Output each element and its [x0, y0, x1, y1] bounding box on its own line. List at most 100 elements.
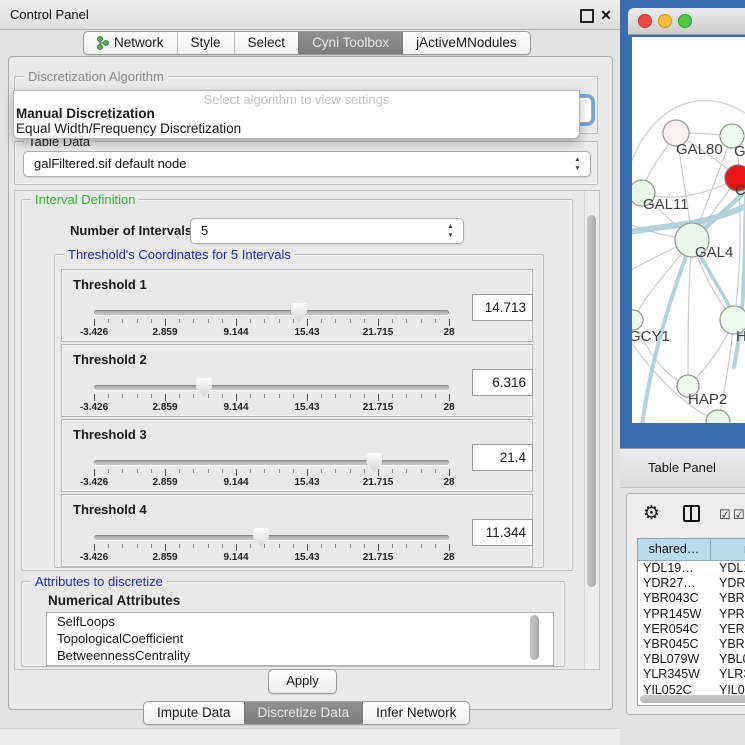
tab-label: jActiveMNodules [416, 32, 517, 54]
table-cell: YDR27… [638, 576, 715, 591]
tab-cyni-toolbox[interactable]: Cyni Toolbox [298, 32, 402, 54]
checkbox-icon[interactable]: ☑ [733, 508, 745, 521]
tab-select[interactable]: Select [234, 32, 299, 54]
threshold-slider[interactable]: -3.4262.8599.14415.4321.71528 [94, 460, 449, 490]
threshold-value[interactable]: 14.713 [472, 294, 533, 321]
node-label: GCY1 [632, 328, 670, 345]
threshold-box: Threshold 4 -3.4262.8599.14415.4321.7152… [61, 494, 533, 567]
tab-impute-data[interactable]: Impute Data [144, 702, 244, 724]
columns-icon[interactable] [683, 505, 700, 522]
algorithm-option-manual[interactable]: Manual Discretization [16, 106, 155, 121]
close-icon[interactable]: ✕ [598, 5, 614, 25]
apply-button[interactable]: Apply [268, 669, 337, 694]
tab-label: Impute Data [157, 702, 231, 724]
table-row[interactable]: YDR27…YDR2 [638, 576, 745, 591]
bottom-tab-bar: Impute Data Discretize Data Infer Networ… [143, 701, 470, 725]
spinner-icon: ▲▼ [573, 155, 582, 173]
slider-ticklabels: -3.4262.8599.14415.4321.71528 [94, 402, 449, 414]
table-panel-titlebar: Table Panel [620, 449, 745, 488]
table-cell: YPR145W [638, 607, 715, 622]
column-header-name[interactable]: n [711, 539, 745, 560]
tab-infer-network[interactable]: Infer Network [362, 702, 469, 724]
table-row[interactable]: YER054CYER0 [638, 622, 745, 637]
slider-track[interactable] [94, 460, 449, 465]
threshold-slider[interactable]: -3.4262.8599.14415.4321.71528 [94, 310, 449, 340]
table-row[interactable]: YBR045CYBR0 [638, 637, 745, 652]
numerical-attributes-list[interactable]: SelfLoopsTopologicalCoefficientBetweenne… [46, 612, 554, 666]
slider-ticklabels: -3.4262.8599.14415.4321.71528 [94, 552, 449, 564]
checkbox-icon[interactable]: ☑ [719, 508, 731, 521]
slider-track[interactable] [94, 535, 449, 540]
minimize-traffic-light[interactable] [659, 15, 672, 28]
tab-style[interactable]: Style [177, 32, 234, 54]
table-header-row: shared… n [638, 539, 745, 561]
threshold-slider[interactable]: -3.4262.8599.14415.4321.71528 [94, 385, 449, 415]
threshold-box: Threshold 1 -3.4262.8599.14415.4321.7152… [61, 269, 533, 342]
algorithm-option-equal-width[interactable]: Equal Width/Frequency Discretization [16, 121, 241, 136]
attribute-item[interactable]: SelfLoops [47, 613, 553, 630]
node-gcy1[interactable] [632, 310, 643, 330]
table-data-group: Table Data galFiltered.sif default node … [14, 141, 598, 185]
zoom-traffic-light[interactable] [679, 15, 692, 28]
node-label: GAL80 [676, 141, 723, 158]
scrollbar-thumb[interactable] [587, 215, 596, 587]
node-table: shared… n YDL19…YDL1YDR27…YDR2YBR043CYBR… [637, 538, 745, 706]
tab-discretize-data[interactable]: Discretize Data [244, 702, 363, 724]
tab-network[interactable]: Network [84, 32, 177, 54]
vertical-scrollbar[interactable] [584, 191, 599, 669]
algorithm-dropdown-popup: Select algorithm to view settings Manual… [13, 90, 580, 139]
slider-ticklabels: -3.4262.8599.14415.4321.71528 [94, 327, 449, 339]
table-row[interactable]: YLR345WYLR3 [638, 667, 745, 682]
gear-icon[interactable]: ⚙ [643, 502, 660, 526]
table-data-combo[interactable]: galFiltered.sif default node ▲▼ [23, 151, 591, 177]
node-label: GA [734, 143, 745, 160]
threshold-value[interactable]: 21.4 [472, 444, 533, 471]
attributes-scrollbar[interactable] [530, 615, 539, 660]
intervals-value: 5 [201, 219, 208, 243]
attribute-item[interactable]: BetweennessCentrality [47, 647, 553, 664]
threshold-value[interactable]: 6.316 [472, 369, 533, 396]
network-icon [97, 36, 109, 50]
attribute-item[interactable]: TopologicalCoefficient [47, 630, 553, 647]
network-graph: GAL80 GA C GAL11 GAL4 GCY1 H HAP2 [632, 37, 745, 423]
node-bottom-partial[interactable] [706, 410, 730, 423]
table-row[interactable]: YPR145WYPR1 [638, 607, 745, 622]
slider-ticks [94, 318, 449, 326]
slider-track[interactable] [94, 385, 449, 390]
threshold-slider[interactable]: -3.4262.8599.14415.4321.71528 [94, 535, 449, 565]
horizontal-scrollbar[interactable] [640, 695, 745, 703]
threshold-box: Threshold 3 -3.4262.8599.14415.4321.7152… [61, 419, 533, 492]
threshold-label: Threshold 2 [73, 352, 147, 367]
network-window-titlebar [628, 8, 745, 35]
control-panel: Control Panel ✕ Network Style Select Cyn… [0, 0, 620, 745]
threshold-label: Threshold 3 [73, 427, 147, 442]
slider-ticks [94, 393, 449, 401]
table-row[interactable]: YDL19…YDL1 [638, 561, 745, 576]
tab-jactivemnodules[interactable]: jActiveMNodules [402, 32, 530, 54]
table-panel: Table Panel ⚙ ☑ ☑ shared… n YDL19…YDL1YD… [620, 448, 745, 745]
top-tab-bar: Network Style Select Cyni Toolbox jActiv… [83, 31, 531, 55]
slider-track[interactable] [94, 310, 449, 315]
table-cell: YLR3 [715, 667, 745, 682]
table-row[interactable]: YBL079WYBL0 [638, 652, 745, 667]
close-traffic-light[interactable] [639, 15, 652, 28]
network-canvas[interactable]: GAL80 GA C GAL11 GAL4 GCY1 H HAP2 [632, 37, 745, 423]
node-label: HAP2 [688, 391, 727, 408]
table-panel-title: Table Panel [648, 449, 716, 487]
table-row[interactable]: YBR043CYBR0 [638, 591, 745, 606]
table-cell: YLR345W [638, 667, 715, 682]
algorithm-hint: Select algorithm to view settings [14, 92, 579, 107]
number-of-intervals-combo[interactable]: 5 ▲▼ [190, 218, 464, 244]
control-panel-titlebar: Control Panel ✕ [0, 0, 620, 30]
threshold-box: Threshold 2 -3.4262.8599.14415.4321.7152… [61, 344, 533, 417]
numerical-attributes-label: Numerical Attributes [48, 593, 180, 608]
column-header-shared-name[interactable]: shared… [638, 539, 711, 560]
table-cell: YDR2 [715, 576, 745, 591]
slider-ticklabels: -3.4262.8599.14415.4321.71528 [94, 477, 449, 489]
node-label: H [736, 328, 745, 345]
spinner-icon: ▲▼ [446, 222, 455, 240]
threshold-value[interactable]: 11.344 [472, 519, 533, 546]
table-toolbar: ⚙ ☑ ☑ [627, 500, 745, 530]
group-title: Threshold's Coordinates for 5 Intervals [64, 247, 295, 262]
float-window-icon[interactable] [580, 9, 594, 23]
